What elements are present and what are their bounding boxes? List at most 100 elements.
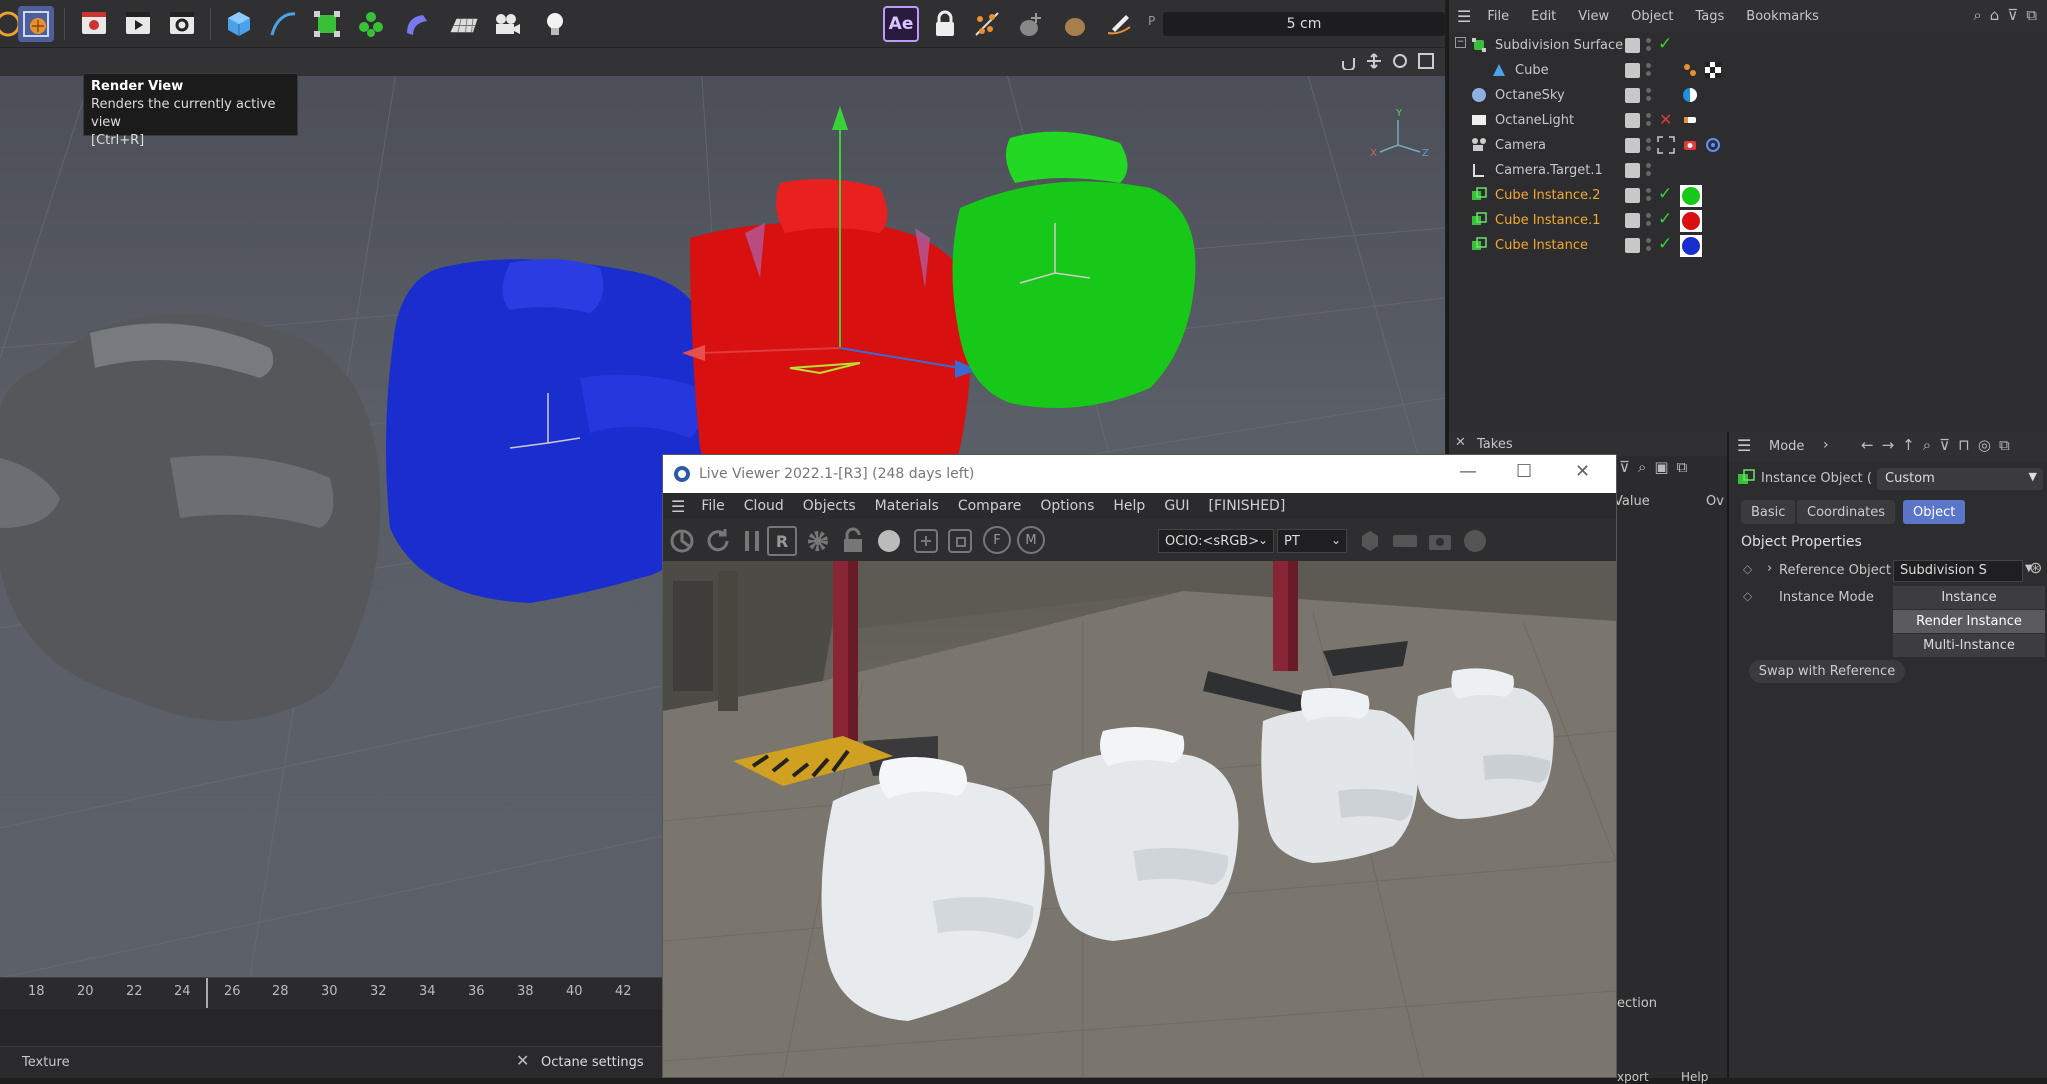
- material-ball-icon[interactable]: [874, 526, 904, 556]
- lv-menu-materials[interactable]: Materials: [875, 498, 939, 514]
- mode-option-render-instance[interactable]: Render Instance: [1893, 610, 2045, 633]
- back-arrow-icon[interactable]: ←: [1861, 436, 1874, 454]
- subdivision-surface-icon[interactable]: [309, 6, 345, 42]
- layout-icon[interactable]: ▣: [1654, 458, 1668, 476]
- new-window-icon[interactable]: ⧉: [2026, 6, 2037, 24]
- om-menu-edit[interactable]: Edit: [1531, 9, 1556, 24]
- visibility-dots-icon[interactable]: [1646, 212, 1651, 228]
- region-render-button[interactable]: R: [767, 526, 797, 556]
- snapshot-camera-icon[interactable]: [1425, 526, 1455, 556]
- close-icon[interactable]: ✕: [516, 1051, 529, 1070]
- om-menu-object[interactable]: Object: [1631, 9, 1673, 24]
- spline-pen-icon[interactable]: [265, 6, 301, 42]
- layer-edit-icon[interactable]: [1625, 238, 1640, 253]
- add-region-icon[interactable]: [911, 526, 941, 556]
- disabled-x-icon[interactable]: ✕: [1659, 110, 1672, 129]
- lv-menu-cloud[interactable]: Cloud: [744, 498, 784, 514]
- camera-icon[interactable]: [489, 6, 525, 42]
- render-to-picture-viewer-icon[interactable]: [120, 6, 156, 42]
- pan-hand-icon[interactable]: [1339, 52, 1357, 70]
- visibility-dots-icon[interactable]: [1646, 87, 1651, 103]
- visibility-dots-icon[interactable]: [1646, 137, 1651, 153]
- playhead[interactable]: [206, 978, 208, 1008]
- light-tag-icon[interactable]: [1682, 112, 1698, 128]
- checkmark-icon[interactable]: ✓: [1658, 234, 1672, 254]
- phong-tag-icon[interactable]: [1682, 62, 1698, 78]
- object-row-subdivision-surface[interactable]: − Subdivision Surface ✓: [1449, 33, 2047, 58]
- hexagon-icon[interactable]: [1355, 526, 1385, 556]
- target-icon[interactable]: ◎: [1978, 436, 1991, 454]
- lock-icon[interactable]: [838, 526, 868, 556]
- visibility-dots-icon[interactable]: [1646, 37, 1651, 53]
- hamburger-icon[interactable]: ☰: [1457, 7, 1471, 26]
- octane-pen-icon[interactable]: [1101, 6, 1137, 42]
- object-row-cube[interactable]: Cube: [1449, 58, 2047, 83]
- settings-gear-icon[interactable]: [803, 526, 833, 556]
- checkmark-icon[interactable]: ✓: [1658, 209, 1672, 229]
- up-arrow-icon[interactable]: ↑: [1902, 436, 1915, 454]
- reference-object-field[interactable]: Subdivision S: [1893, 560, 2023, 582]
- layer-edit-icon[interactable]: [1625, 213, 1640, 228]
- material-pick-button[interactable]: M: [1017, 526, 1045, 554]
- lv-menu-help[interactable]: Help: [1113, 498, 1145, 514]
- record-icon[interactable]: [1460, 526, 1490, 556]
- search-icon[interactable]: ⌕: [1973, 6, 1981, 24]
- object-row-cube-instance[interactable]: Cube Instance ✓: [1449, 233, 2047, 258]
- object-row-cube-instance-2[interactable]: Cube Instance.2 ✓: [1449, 183, 2047, 208]
- filter-icon[interactable]: ⊽: [2007, 6, 2018, 24]
- render-settings-gear-icon[interactable]: [164, 6, 200, 42]
- tab-object[interactable]: Object: [1903, 500, 1966, 524]
- expand-icon[interactable]: ⧉: [1677, 458, 1688, 476]
- chevron-right-icon[interactable]: ›: [1823, 437, 1829, 453]
- new-window-icon[interactable]: ⧉: [1999, 436, 2010, 454]
- home-icon[interactable]: ⌂: [1990, 6, 2000, 24]
- blue-material-icon[interactable]: [1680, 235, 1702, 257]
- target-frame-icon[interactable]: [1657, 136, 1675, 154]
- kernel-select[interactable]: PT ⌄: [1277, 529, 1347, 553]
- texture-tab[interactable]: Texture: [22, 1055, 70, 1070]
- cloner-icon[interactable]: [353, 6, 389, 42]
- visibility-dots-icon[interactable]: [1646, 237, 1651, 253]
- lv-menu-objects[interactable]: Objects: [803, 498, 856, 514]
- focus-pick-button[interactable]: F: [983, 526, 1011, 554]
- object-row-octanesky[interactable]: OctaneSky: [1449, 83, 2047, 108]
- green-material-icon[interactable]: [1680, 185, 1702, 207]
- bend-deformer-icon[interactable]: [398, 6, 434, 42]
- layer-edit-icon[interactable]: [1625, 188, 1640, 203]
- film-region-icon[interactable]: [945, 526, 975, 556]
- keyframe-diamond-icon[interactable]: ◇: [1743, 589, 1752, 603]
- filter-icon[interactable]: ⊽: [1619, 458, 1630, 476]
- maximize-view-icon[interactable]: [1417, 52, 1435, 70]
- mode-menu[interactable]: Mode: [1769, 439, 1804, 454]
- render-output[interactable]: [663, 561, 1616, 1077]
- green-cube[interactable]: [952, 131, 1196, 408]
- restart-render-icon[interactable]: [703, 526, 733, 556]
- expand-chevron-icon[interactable]: ›: [1767, 561, 1772, 576]
- layer-edit-icon[interactable]: [1625, 113, 1640, 128]
- search-icon[interactable]: ⌕: [1923, 436, 1931, 454]
- checkmark-icon[interactable]: ✓: [1658, 34, 1672, 54]
- layer-edit-icon[interactable]: [1625, 163, 1640, 178]
- floor-icon[interactable]: [443, 6, 485, 42]
- close-icon[interactable]: ✕: [1455, 435, 1466, 450]
- layer-edit-icon[interactable]: [1625, 63, 1640, 78]
- lv-menu-compare[interactable]: Compare: [958, 498, 1022, 514]
- layer-edit-icon[interactable]: [1625, 38, 1640, 53]
- om-menu-view[interactable]: View: [1578, 9, 1609, 24]
- layer-edit-icon[interactable]: [1625, 88, 1640, 103]
- layer-edit-icon[interactable]: [1625, 138, 1640, 153]
- tab-basic[interactable]: Basic: [1741, 500, 1796, 524]
- rotate-camera-icon[interactable]: [1391, 52, 1409, 70]
- pause-render-icon[interactable]: [737, 526, 767, 556]
- lv-menu-file[interactable]: File: [701, 498, 724, 514]
- move-camera-icon[interactable]: [1365, 52, 1383, 70]
- minimize-icon[interactable]: —: [1459, 461, 1477, 482]
- object-row-cube-instance-1[interactable]: Cube Instance.1 ✓: [1449, 208, 2047, 233]
- object-row-camera-target[interactable]: Camera.Target.1: [1449, 158, 2047, 183]
- maximize-icon[interactable]: ☐: [1516, 461, 1532, 482]
- filter-icon[interactable]: ⊽: [1939, 436, 1950, 454]
- octane-object-icon[interactable]: [1013, 6, 1049, 42]
- render-region-icon[interactable]: [76, 6, 112, 42]
- tab-coordinates[interactable]: Coordinates: [1797, 500, 1896, 524]
- lock-icon[interactable]: ⊓: [1958, 436, 1970, 454]
